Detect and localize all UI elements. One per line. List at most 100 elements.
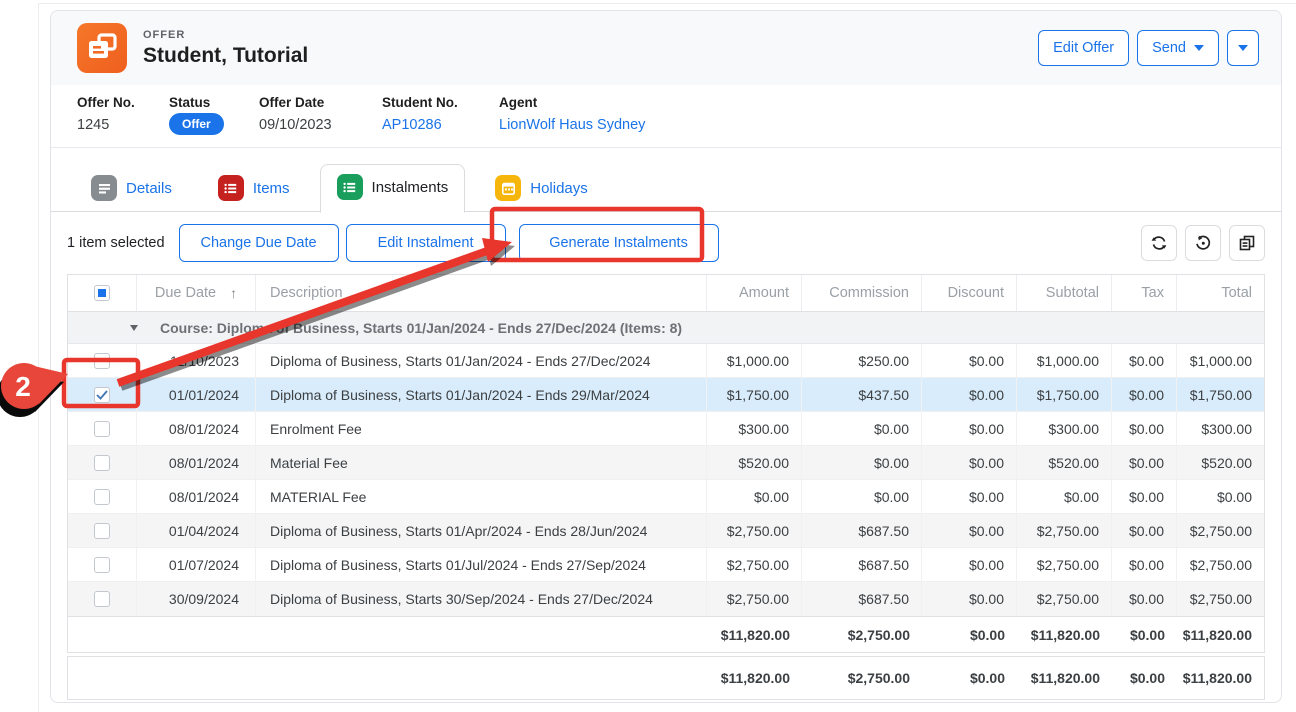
row-commission: $0.00 (802, 446, 922, 479)
tab-details[interactable]: Details (75, 166, 188, 212)
row-tax: $0.00 (1112, 378, 1177, 411)
row-subtotal: $0.00 (1017, 480, 1112, 513)
table-row[interactable]: 11/10/2023Diploma of Business, Starts 01… (68, 344, 1264, 378)
table-row[interactable]: 01/07/2024Diploma of Business, Starts 01… (68, 548, 1264, 582)
offer-kicker: OFFER (143, 29, 1038, 41)
tab-holidays-label: Holidays (530, 180, 588, 197)
offer-date-value: 09/10/2023 (259, 117, 382, 133)
row-checkbox-cell (68, 378, 137, 411)
row-checkbox[interactable] (94, 455, 110, 471)
row-checkbox[interactable] (94, 523, 110, 539)
row-checkbox[interactable] (94, 353, 110, 369)
generate-instalments-button[interactable]: Generate Instalments (519, 224, 719, 262)
row-total: $520.00 (1177, 446, 1264, 479)
refresh-icon (1150, 234, 1168, 252)
top-divider (38, 3, 1296, 4)
table-row[interactable]: 01/04/2024Diploma of Business, Starts 01… (68, 514, 1264, 548)
field-offer-no: Offer No. 1245 (77, 95, 169, 135)
row-commission: $687.50 (802, 514, 922, 547)
col-tax[interactable]: Tax (1112, 275, 1177, 311)
row-total: $2,750.00 (1177, 514, 1264, 547)
row-total: $1,750.00 (1177, 378, 1264, 411)
row-checkbox[interactable] (94, 387, 110, 403)
row-subtotal: $300.00 (1017, 412, 1112, 445)
field-status: Status Offer (169, 95, 259, 135)
row-amount: $300.00 (707, 412, 802, 445)
course-group-row[interactable]: Course: Diploma of Business, Starts 01/J… (68, 312, 1264, 344)
row-checkbox-cell (68, 344, 137, 377)
row-due-date: 08/01/2024 (137, 446, 256, 479)
more-actions-button[interactable] (1227, 30, 1259, 66)
agent-label: Agent (499, 95, 645, 110)
due-date-header-label: Due Date (155, 285, 216, 301)
row-discount: $0.00 (922, 514, 1017, 547)
table-row[interactable]: 01/01/2024Diploma of Business, Starts 01… (68, 378, 1264, 412)
col-commission[interactable]: Commission (802, 275, 922, 311)
field-agent: Agent LionWolf Haus Sydney (499, 95, 645, 135)
table-row[interactable]: 30/09/2024Diploma of Business, Starts 30… (68, 582, 1264, 616)
grand-total-total: $11,820.00 (1177, 657, 1264, 699)
row-tax: $0.00 (1112, 514, 1177, 547)
row-checkbox[interactable] (94, 557, 110, 573)
row-description: Material Fee (256, 446, 707, 479)
details-icon (91, 175, 117, 201)
collapse-caret-icon[interactable] (130, 325, 138, 331)
col-amount[interactable]: Amount (707, 275, 802, 311)
row-due-date: 08/01/2024 (137, 412, 256, 445)
table-row[interactable]: 08/01/2024Material Fee$520.00$0.00$0.00$… (68, 446, 1264, 480)
row-discount: $0.00 (922, 446, 1017, 479)
row-commission: $0.00 (802, 480, 922, 513)
offer-no-value: 1245 (77, 117, 169, 133)
chevron-down-icon (1194, 45, 1204, 51)
col-subtotal[interactable]: Subtotal (1017, 275, 1112, 311)
row-description: Diploma of Business, Starts 01/Jul/2024 … (256, 548, 707, 581)
copy-icon (1238, 234, 1256, 252)
col-description[interactable]: Description (256, 275, 707, 311)
row-tax: $0.00 (1112, 548, 1177, 581)
tab-items[interactable]: Items (202, 166, 306, 212)
send-button[interactable]: Send (1137, 30, 1219, 66)
table-row[interactable]: 08/01/2024MATERIAL Fee$0.00$0.00$0.00$0.… (68, 480, 1264, 514)
row-description: MATERIAL Fee (256, 480, 707, 513)
field-student-no: Student No. AP10286 (382, 95, 499, 135)
col-total[interactable]: Total (1177, 275, 1264, 311)
row-tax: $0.00 (1112, 344, 1177, 377)
row-checkbox[interactable] (94, 421, 110, 437)
row-commission: $687.50 (802, 582, 922, 616)
agent-link[interactable]: LionWolf Haus Sydney (499, 117, 645, 133)
change-due-date-button[interactable]: Change Due Date (179, 224, 339, 262)
edit-instalment-button[interactable]: Edit Instalment (346, 224, 506, 262)
copy-columns-button[interactable] (1229, 225, 1265, 261)
row-subtotal: $2,750.00 (1017, 582, 1112, 616)
sort-ascending-icon[interactable]: ↑ (230, 285, 237, 301)
row-tax: $0.00 (1112, 412, 1177, 445)
row-discount: $0.00 (922, 412, 1017, 445)
grand-total-amount: $11,820.00 (707, 657, 802, 699)
row-checkbox[interactable] (94, 489, 110, 505)
student-no-link[interactable]: AP10286 (382, 117, 499, 133)
tab-holidays[interactable]: Holidays (479, 166, 604, 212)
col-due-date[interactable]: Due Date ↑ (137, 275, 256, 311)
row-checkbox[interactable] (94, 591, 110, 607)
edit-offer-button[interactable]: Edit Offer (1038, 30, 1129, 66)
row-tax: $0.00 (1112, 582, 1177, 616)
offer-icon (77, 23, 127, 73)
refresh-button[interactable] (1141, 225, 1177, 261)
col-discount[interactable]: Discount (922, 275, 1017, 311)
status-label: Status (169, 95, 259, 110)
student-no-label: Student No. (382, 95, 499, 110)
items-icon (218, 175, 244, 201)
instalments-icon (337, 174, 363, 200)
tab-instalments[interactable]: Instalments (320, 164, 466, 213)
row-description: Diploma of Business, Starts 01/Apr/2024 … (256, 514, 707, 547)
table-row[interactable]: 08/01/2024Enrolment Fee$300.00$0.00$0.00… (68, 412, 1264, 446)
table-header-row: Due Date ↑ Description Amount Commission… (68, 275, 1264, 312)
grand-total-subtotal: $11,820.00 (1017, 657, 1112, 699)
row-description: Diploma of Business, Starts 01/Jan/2024 … (256, 378, 707, 411)
history-button[interactable] (1185, 225, 1221, 261)
table-body: 11/10/2023Diploma of Business, Starts 01… (68, 344, 1264, 616)
row-due-date: 01/01/2024 (137, 378, 256, 411)
row-subtotal: $2,750.00 (1017, 514, 1112, 547)
instalments-toolbar: 1 item selected Change Due Date Edit Ins… (51, 212, 1281, 272)
select-all-checkbox[interactable] (94, 285, 110, 301)
